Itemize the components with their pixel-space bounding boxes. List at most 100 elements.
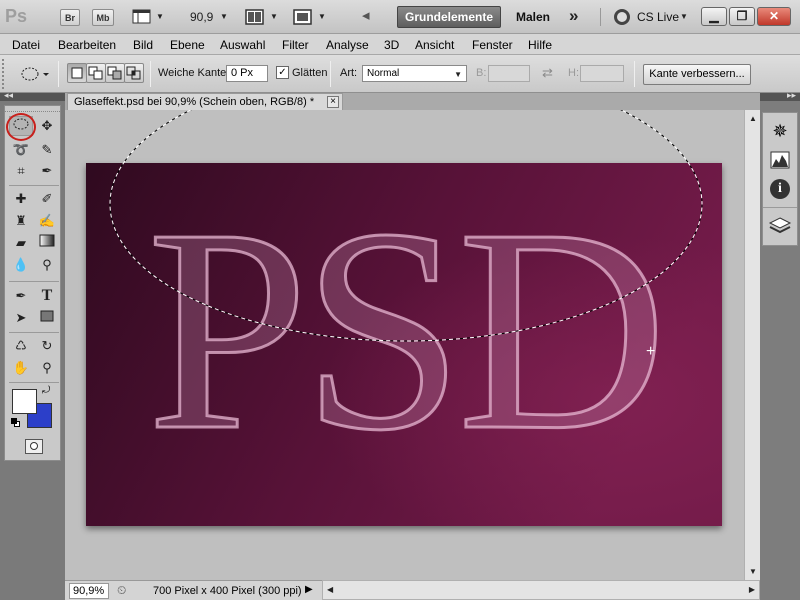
new-selection-button[interactable]: [67, 63, 87, 83]
view-extras-button[interactable]: [132, 8, 152, 26]
swap-colors-icon[interactable]: ⤾: [42, 385, 50, 396]
screen-mode-button[interactable]: [293, 8, 313, 26]
menu-ebene[interactable]: Ebene: [170, 38, 205, 52]
default-colors-icon[interactable]: [11, 418, 20, 427]
width-label: B:: [476, 67, 487, 79]
width-input[interactable]: [488, 65, 530, 82]
menu-ansicht[interactable]: Ansicht: [415, 38, 454, 52]
lasso-tool[interactable]: ➰: [9, 140, 33, 160]
status-info-icon[interactable]: ⏲: [117, 583, 126, 598]
feather-input[interactable]: 0 Px: [226, 65, 268, 82]
restore-button[interactable]: ❐: [729, 7, 755, 26]
menu-fenster[interactable]: Fenster: [472, 38, 513, 52]
gradient-icon: [39, 234, 55, 247]
close-tab-icon[interactable]: ×: [327, 96, 339, 108]
scroll-left-icon[interactable]: ◀: [327, 585, 333, 594]
status-zoom-field[interactable]: 90,9%: [69, 583, 109, 599]
gradient-tool[interactable]: [35, 233, 59, 253]
add-selection-icon: [88, 66, 103, 80]
cs-live-dropdown-icon[interactable]: ▼: [680, 12, 688, 21]
swap-dimensions-icon[interactable]: ⇄: [542, 65, 553, 81]
launch-minibridge-button[interactable]: Mb: [92, 9, 114, 26]
menu-analyse[interactable]: Analyse: [326, 38, 369, 52]
style-select[interactable]: Normal ▼: [362, 65, 467, 82]
menu-bearbeiten[interactable]: Bearbeiten: [58, 38, 116, 52]
menu-hilfe[interactable]: Hilfe: [528, 38, 552, 52]
panel-icons: ✵ i: [762, 112, 798, 246]
antialias-checkbox[interactable]: ✓: [276, 66, 289, 79]
options-grip[interactable]: [2, 59, 6, 89]
refine-edge-button[interactable]: Kante verbessern...: [643, 64, 751, 85]
zoom-tool[interactable]: ⚲: [35, 358, 59, 378]
cs-live-menu[interactable]: CS Live: [637, 10, 679, 24]
restore-icon: ❐: [736, 9, 748, 23]
document-tab[interactable]: Glaseffekt.psd bei 90,9% (Schein oben, R…: [67, 93, 343, 110]
scroll-right-icon[interactable]: ▶: [749, 585, 755, 594]
view-extras-dropdown-icon[interactable]: ▼: [156, 12, 164, 21]
foreground-color-swatch[interactable]: [12, 389, 37, 414]
arrange-dropdown-icon[interactable]: ▼: [270, 12, 278, 21]
collapse-icon[interactable]: ◂◂: [4, 90, 13, 101]
type-tool[interactable]: T: [35, 286, 59, 306]
tools-panel-header[interactable]: ◂◂: [0, 90, 65, 101]
height-label: H:: [568, 67, 579, 79]
quick-mask-button[interactable]: [25, 439, 43, 454]
close-window-button[interactable]: ✕: [757, 7, 791, 26]
layers-icon[interactable]: [768, 215, 792, 237]
workspace-grundelemente-button[interactable]: Grundelemente: [397, 6, 501, 28]
tool-preset-picker[interactable]: [20, 65, 50, 83]
add-to-selection-button[interactable]: [86, 63, 106, 83]
spot-healing-brush-tool[interactable]: ✚: [9, 189, 33, 209]
crop-tool[interactable]: ⌗: [9, 161, 33, 181]
eyedropper-tool[interactable]: ✒: [35, 161, 59, 181]
minimize-button[interactable]: ▁: [701, 7, 727, 26]
3d-rotate-tool[interactable]: ♺: [9, 336, 33, 356]
info-icon[interactable]: i: [770, 179, 790, 199]
menu-datei[interactable]: Datei: [12, 38, 40, 52]
intersect-selection-button[interactable]: [124, 63, 144, 83]
launch-bridge-button[interactable]: Br: [60, 9, 80, 26]
vertical-scrollbar[interactable]: ▲ ▼: [744, 110, 760, 580]
zoom-dropdown-icon[interactable]: ▼: [220, 12, 228, 21]
pen-tool[interactable]: ✒: [9, 286, 33, 306]
histogram-icon[interactable]: [768, 149, 792, 171]
navigator-icon[interactable]: ✵: [768, 119, 792, 143]
quick-selection-tool[interactable]: ✎: [35, 140, 59, 160]
blur-icon: 💧: [12, 257, 30, 272]
cs-live-icon[interactable]: [614, 9, 630, 25]
path-selection-tool[interactable]: ➤: [9, 308, 33, 328]
subtract-from-selection-button[interactable]: [105, 63, 125, 83]
menu-bild[interactable]: Bild: [133, 38, 153, 52]
clone-stamp-tool[interactable]: ♜: [9, 211, 33, 231]
elliptical-selection[interactable]: [65, 110, 745, 350]
workspace-malen-button[interactable]: Malen: [516, 10, 550, 24]
right-panel-header[interactable]: ▸▸: [760, 90, 800, 101]
blur-tool[interactable]: 💧: [9, 255, 33, 275]
menu-3d[interactable]: 3D: [384, 38, 399, 52]
expand-icon[interactable]: ▸▸: [787, 90, 796, 101]
eraser-tool[interactable]: ▰: [9, 233, 33, 253]
dodge-tool[interactable]: ⚲: [35, 255, 59, 275]
menu-auswahl[interactable]: Auswahl: [220, 38, 265, 52]
horizontal-scrollbar[interactable]: ◀ ▶: [322, 580, 760, 600]
more-workspaces-icon[interactable]: »: [569, 6, 578, 26]
toolbox-grip[interactable]: [5, 106, 60, 112]
options-separator: [58, 61, 59, 87]
scroll-down-icon[interactable]: ▼: [749, 567, 757, 576]
rectangle-tool[interactable]: [35, 308, 59, 328]
status-menu-arrow-icon[interactable]: ▶: [305, 584, 313, 595]
history-brush-tool[interactable]: ✍: [35, 211, 59, 231]
hand-tool[interactable]: ✋: [9, 358, 33, 378]
rectangle-icon: [40, 310, 54, 322]
screen-mode-dropdown-icon[interactable]: ▼: [318, 12, 326, 21]
height-input[interactable]: [580, 65, 624, 82]
zoom-level-field[interactable]: 90,9: [190, 10, 213, 24]
scroll-up-icon[interactable]: ▲: [749, 114, 757, 123]
menu-filter[interactable]: Filter: [282, 38, 309, 52]
3d-orbit-tool[interactable]: ↻: [35, 336, 59, 356]
hand-icon: ✋: [12, 360, 30, 375]
style-label: Art:: [340, 67, 358, 79]
brush-tool[interactable]: ✐: [35, 189, 59, 209]
arrange-documents-button[interactable]: [245, 8, 265, 26]
move-tool[interactable]: ✥: [35, 116, 59, 136]
